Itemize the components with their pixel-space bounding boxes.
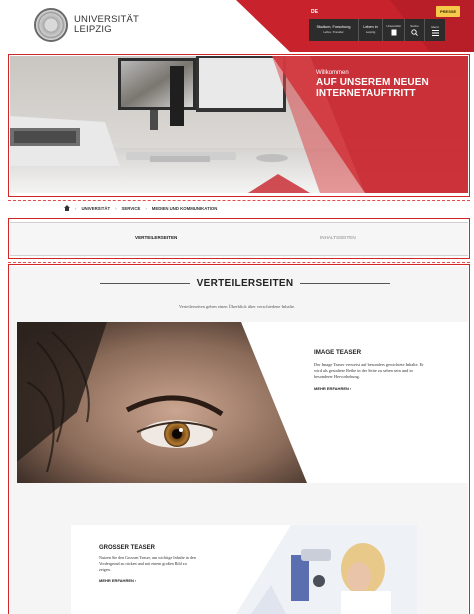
hero-title: AUF UNSEREM NEUEN INTERNETAUFTRITT: [316, 77, 429, 99]
heading-rule-left: [100, 282, 190, 284]
tab-inhaltsseiten[interactable]: INHALTSSEITEN: [320, 235, 356, 240]
image-teaser-more-link[interactable]: MEHR ERFAHREN ›: [314, 386, 464, 391]
presse-button[interactable]: PRESSE: [436, 6, 461, 17]
nav-universitaet-button[interactable]: Universität: [383, 19, 405, 41]
nav-universitaet-label: Universität: [386, 24, 401, 28]
top-navigation: Studium, Forschung Lehre, Transfer Leben…: [309, 19, 445, 41]
breadcrumb-item-medien[interactable]: MEDIEN UND KOMMUNIKATION: [152, 206, 218, 211]
breadcrumb-item-service[interactable]: SERVICE: [122, 206, 141, 211]
large-teaser-body: GROSSER TEASER Nutzen Sie den Grossen Te…: [99, 545, 219, 583]
image-teaser-text: Der Image Teaser verweist auf besonders …: [314, 362, 424, 380]
hero-banner[interactable]: Willkommen AUF UNSEREM NEUEN INTERNETAUF…: [10, 56, 468, 193]
nav-leben-sub: Leipzig: [365, 30, 376, 34]
breadcrumb: › UNIVERSITÄT › SERVICE › MEDIEN UND KOM…: [64, 205, 217, 211]
large-teaser-title: GROSSER TEASER: [99, 545, 156, 551]
image-teaser-card[interactable]: IMAGE TEASER Der Image Teaser verweist a…: [17, 322, 468, 483]
breadcrumb-separator-icon: ›: [75, 205, 77, 211]
section-title: VERTEILERSEITEN: [196, 277, 294, 289]
hamburger-menu-icon: [431, 29, 439, 36]
nav-menu-button[interactable]: Menü: [425, 19, 445, 41]
site-header: UNIVERSITÄT LEIPZIG DE PRESSE Studium, F…: [0, 0, 474, 52]
large-teaser-card[interactable]: GROSSER TEASER Nutzen Sie den Grossen Te…: [71, 525, 417, 614]
document-icon: [391, 29, 396, 36]
nav-leben-button[interactable]: Leben in Leipzig: [359, 19, 383, 41]
breadcrumb-separator-icon: ›: [115, 205, 117, 211]
large-teaser-text: Nutzen Sie den Grossen Teaser, um wichti…: [99, 555, 196, 572]
nav-search-label: Suche: [410, 24, 419, 28]
section-subtitle: Verteilerseiten geben einen Überblick üb…: [178, 304, 296, 309]
breadcrumb-item-universitaet[interactable]: UNIVERSITÄT: [81, 206, 110, 211]
home-icon[interactable]: [64, 205, 70, 211]
university-logo[interactable]: UNIVERSITÄT LEIPZIG: [34, 8, 139, 42]
logo-line-2: LEIPZIG: [74, 24, 112, 35]
tab-bar: VERTEILERSEITEN INHALTSSEITEN: [10, 222, 468, 256]
image-teaser-title: IMAGE TEASER: [314, 349, 362, 356]
heading-rule-right: [300, 282, 390, 284]
university-seal-icon: [34, 8, 68, 42]
nav-search-button[interactable]: Suche: [405, 19, 425, 41]
hero-kicker: Willkommen: [316, 70, 349, 76]
tab-verteilerseiten[interactable]: VERTEILERSEITEN: [135, 235, 177, 240]
nav-studium-button[interactable]: Studium, Forschung Lehre, Transfer: [309, 19, 359, 41]
language-switch[interactable]: DE: [311, 9, 318, 15]
section-heading: VERTEILERSEITEN: [100, 276, 390, 290]
annotation-guide-line: [8, 262, 470, 263]
image-teaser-body: IMAGE TEASER Der Image Teaser verweist a…: [314, 349, 464, 391]
teaser-eye-photo: [17, 322, 307, 483]
nav-studium-sub: Lehre, Transfer: [323, 30, 344, 34]
nav-menu-label: Menü: [431, 24, 439, 29]
large-teaser-more-link[interactable]: MEHR ERFAHREN ›: [99, 578, 219, 583]
search-icon: [411, 29, 418, 36]
hero-text-block: Willkommen AUF UNSEREM NEUEN INTERNETAUF…: [316, 70, 446, 99]
breadcrumb-separator-icon: ›: [145, 205, 147, 211]
annotation-guide-line: [8, 200, 470, 201]
